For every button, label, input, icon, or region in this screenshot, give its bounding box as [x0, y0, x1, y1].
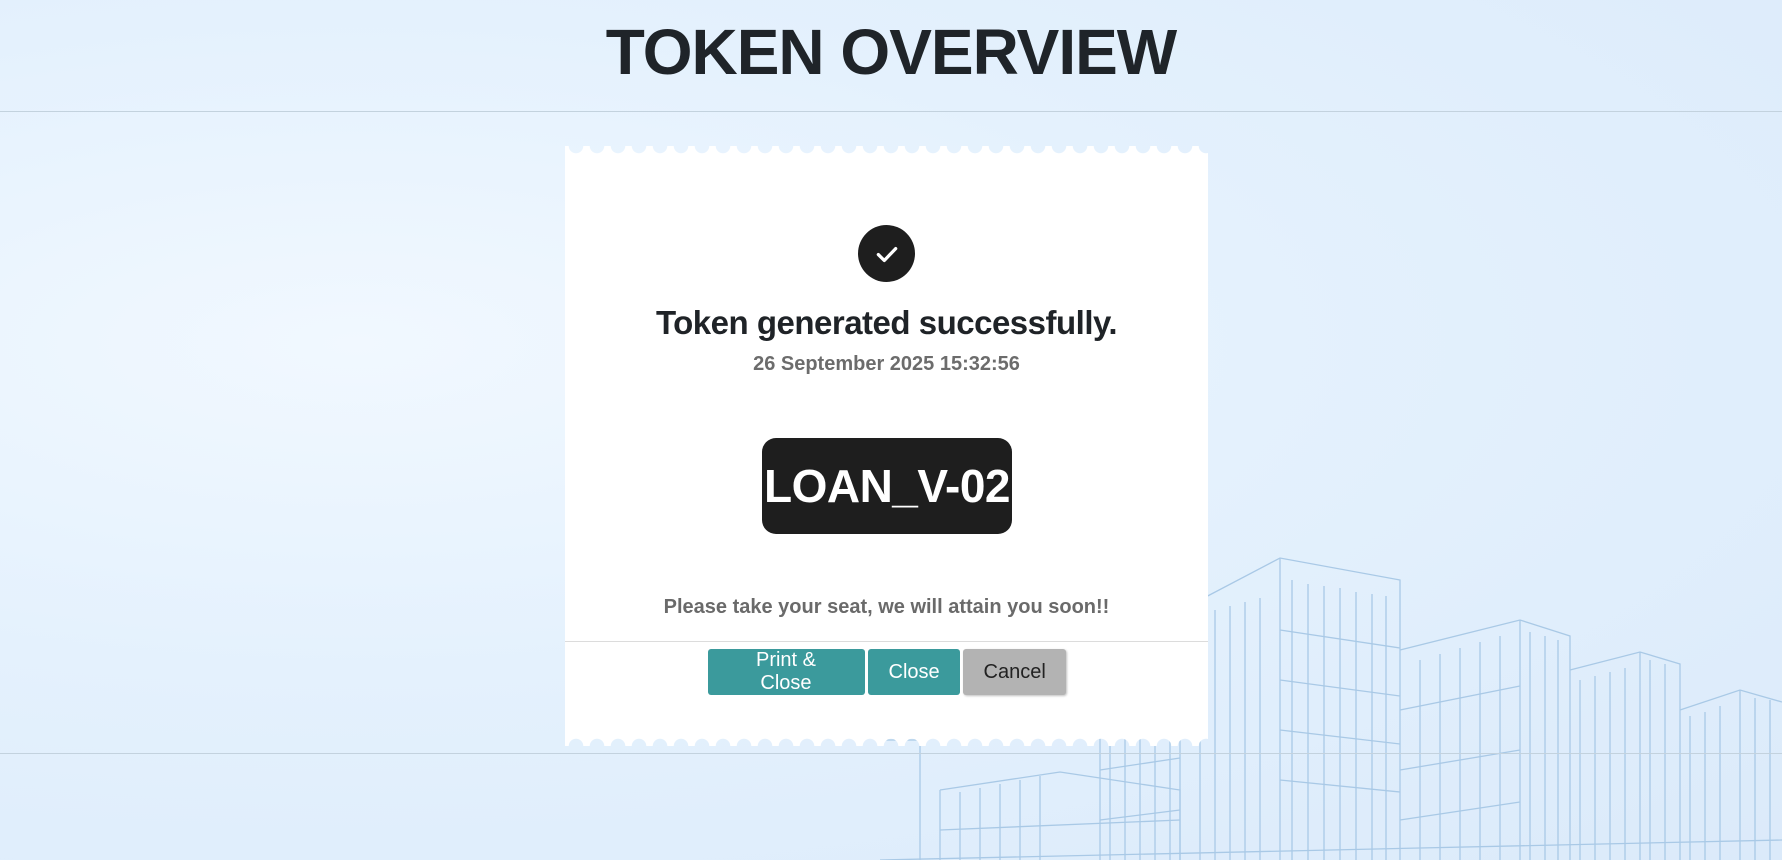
ticket-actions: Print & Close Close Cancel: [565, 649, 1208, 695]
generated-timestamp: 26 September 2025 15:32:56: [753, 353, 1020, 375]
page-title: TOKEN OVERVIEW: [605, 15, 1177, 88]
cancel-button[interactable]: Cancel: [962, 649, 1066, 695]
print-and-close-button[interactable]: Print & Close: [707, 649, 865, 695]
check-icon: [858, 225, 915, 282]
ticket-divider: [565, 641, 1208, 642]
close-button[interactable]: Close: [867, 649, 960, 695]
page-header: TOKEN OVERVIEW: [0, 0, 1782, 112]
seat-instruction: Please take your seat, we will attain yo…: [663, 596, 1110, 618]
token-number-badge: LOAN_V-02: [762, 438, 1012, 534]
success-message: Token generated successfully.: [655, 304, 1118, 341]
token-ticket-card: Token generated successfully. 26 Septemb…: [565, 146, 1208, 746]
footer-divider: [0, 753, 1782, 754]
